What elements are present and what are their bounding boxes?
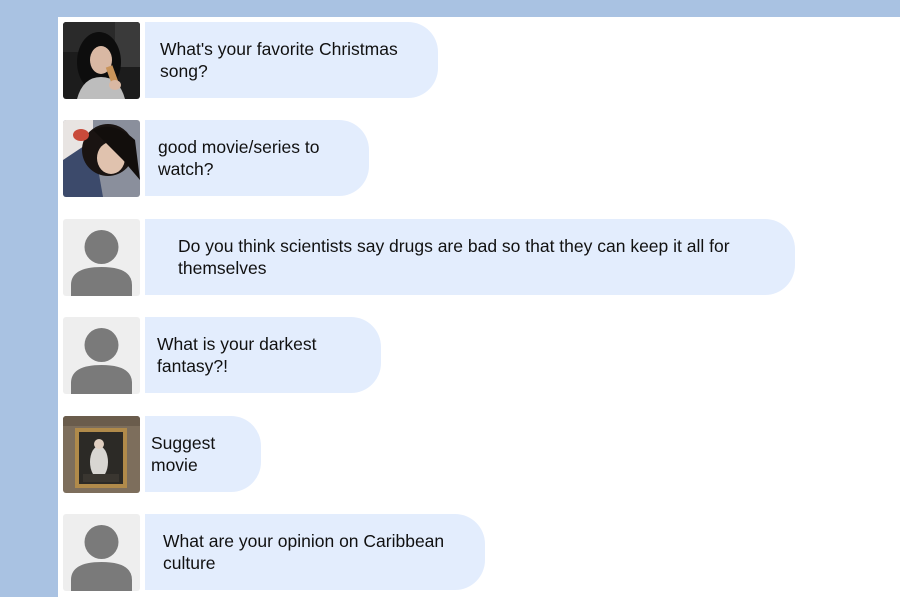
avatar[interactable] (63, 120, 140, 197)
message-text: What are your opinion on Caribbean cultu… (163, 531, 445, 573)
default-avatar-icon (63, 219, 140, 296)
user-photo-icon (63, 416, 140, 493)
message-text: Suggest movie (151, 433, 216, 475)
avatar[interactable] (63, 219, 140, 296)
message-list: What's your favorite Christmas song? goo… (58, 17, 900, 597)
message-bubble[interactable]: good movie/series to watch? (145, 120, 369, 196)
user-photo-icon (63, 120, 140, 197)
message-text: good movie/series to watch? (158, 137, 320, 179)
avatar[interactable] (63, 317, 140, 394)
avatar[interactable] (63, 416, 140, 493)
message-text: What is your darkest fantasy?! (157, 334, 317, 376)
list-item[interactable]: good movie/series to watch? (58, 120, 900, 198)
message-text: Do you think scientists say drugs are ba… (178, 236, 730, 278)
list-item[interactable]: Do you think scientists say drugs are ba… (58, 219, 900, 297)
message-bubble[interactable]: What's your favorite Christmas song? (145, 22, 438, 98)
default-avatar-icon (63, 514, 140, 591)
default-avatar-icon (63, 317, 140, 394)
avatar[interactable] (63, 514, 140, 591)
message-bubble[interactable]: Do you think scientists say drugs are ba… (145, 219, 795, 295)
message-bubble[interactable]: Suggest movie (145, 416, 261, 492)
list-item[interactable]: Suggest movie (58, 416, 900, 494)
message-bubble[interactable]: What is your darkest fantasy?! (145, 317, 381, 393)
list-item[interactable]: What's your favorite Christmas song? (58, 22, 900, 100)
message-bubble[interactable]: What are your opinion on Caribbean cultu… (145, 514, 485, 590)
list-item[interactable]: What is your darkest fantasy?! (58, 317, 900, 395)
message-text: What's your favorite Christmas song? (160, 39, 398, 81)
avatar[interactable] (63, 22, 140, 99)
list-item[interactable]: What are your opinion on Caribbean cultu… (58, 514, 900, 592)
user-photo-icon (63, 22, 140, 99)
